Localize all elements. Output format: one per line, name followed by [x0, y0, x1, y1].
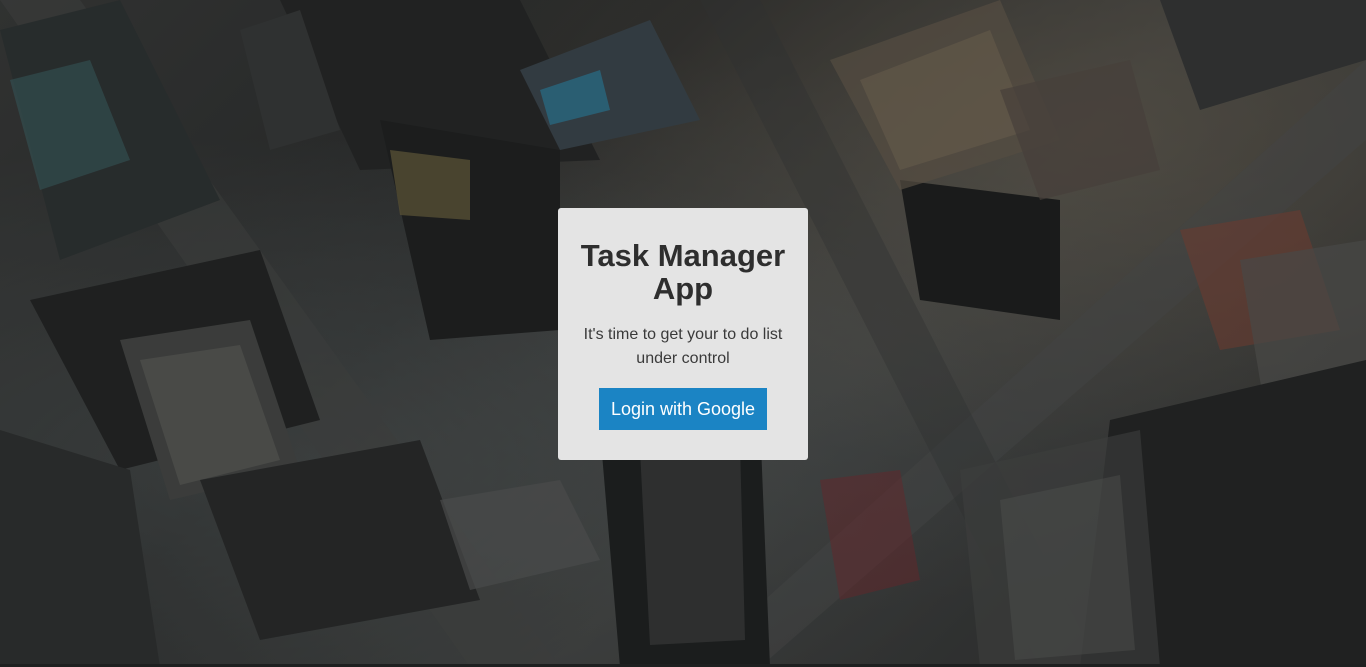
login-with-google-button[interactable]: Login with Google: [599, 388, 767, 430]
app-title: Task Manager App: [580, 238, 786, 306]
app-tagline: It's time to get your to do list under c…: [583, 326, 783, 367]
login-page: Task Manager App It's time to get your t…: [0, 0, 1366, 667]
login-card: Task Manager App It's time to get your t…: [558, 208, 808, 460]
